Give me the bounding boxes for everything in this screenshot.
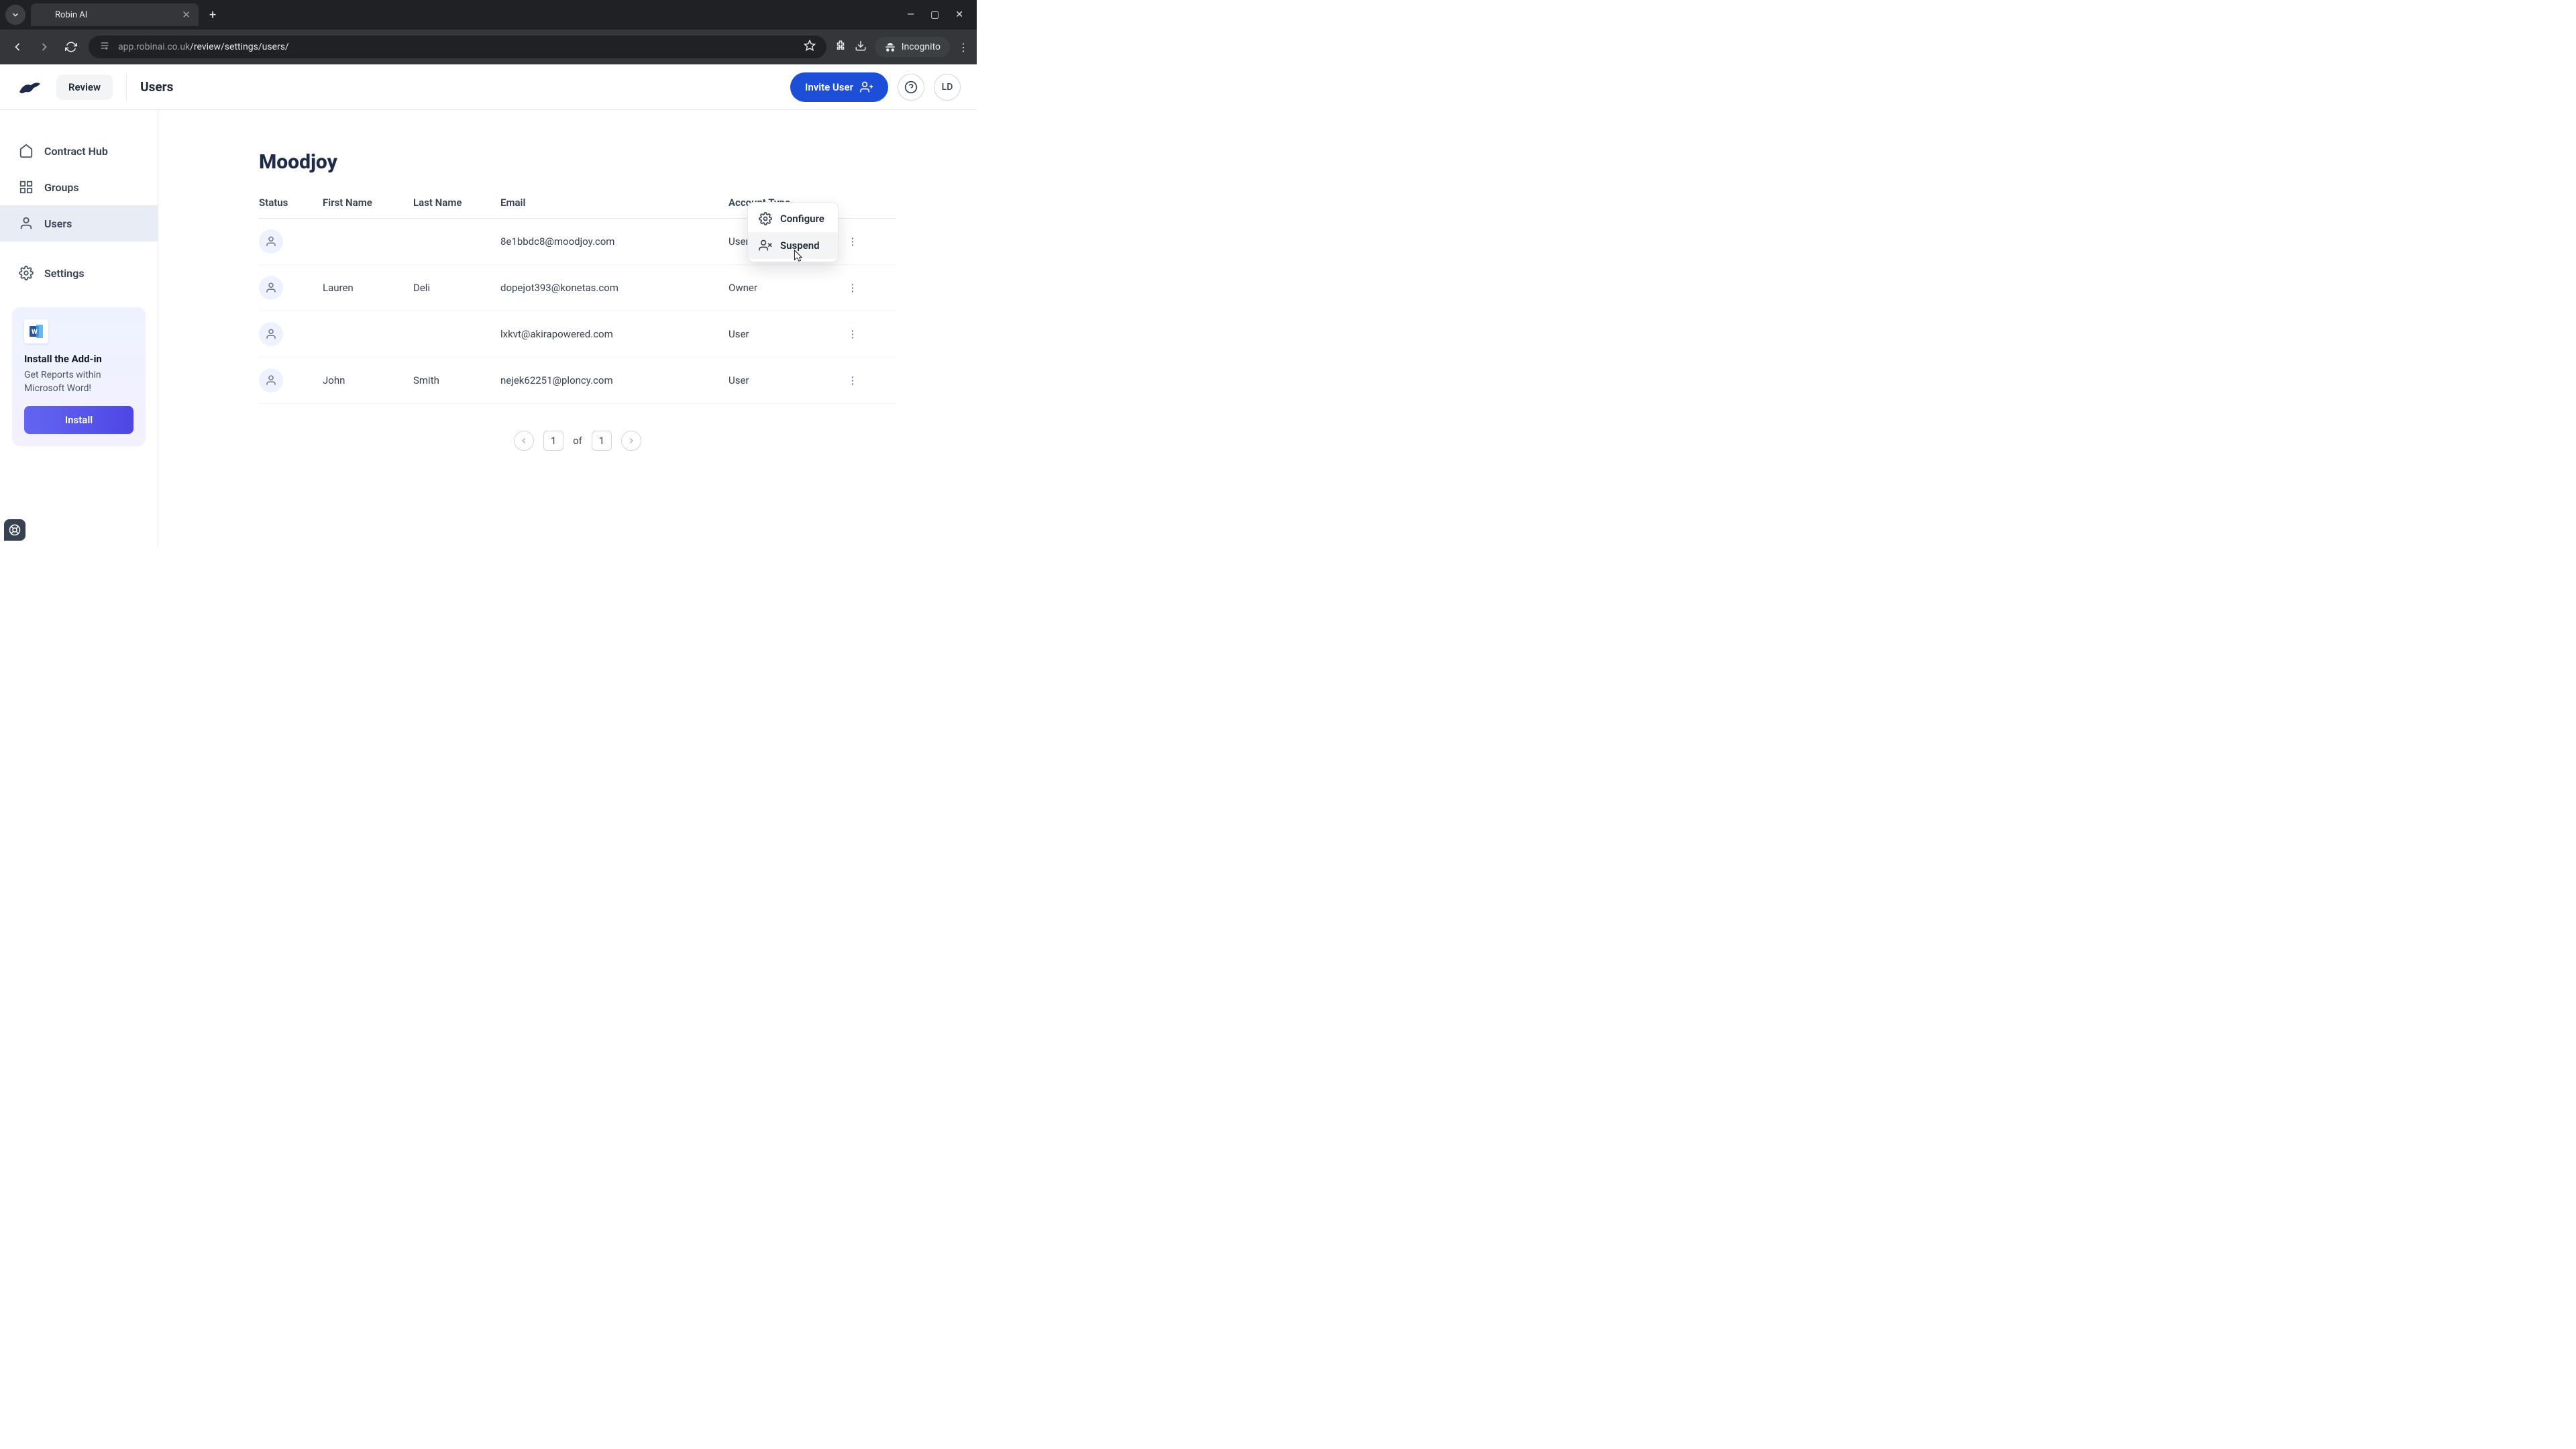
reload-button[interactable] — [62, 38, 80, 56]
support-bubble-button[interactable] — [4, 519, 25, 541]
robin-logo-icon[interactable] — [16, 77, 43, 97]
cell-first-name: John — [323, 374, 413, 386]
cell-email: dopejot393@konetas.com — [500, 282, 729, 294]
url-field[interactable]: app.robinai.co.uk/review/settings/users/ — [89, 36, 826, 58]
browser-chrome: Robin AI ✕ + — ▢ ✕ app.robinai.co.uk/rev… — [0, 0, 977, 64]
cell-last-name: Deli — [413, 282, 500, 294]
menu-item-configure[interactable]: Configure — [748, 205, 838, 232]
sidebar-item-users[interactable]: Users — [0, 205, 158, 241]
cell-email: lxkvt@akirapowered.com — [500, 328, 729, 340]
site-settings-icon[interactable] — [99, 40, 110, 54]
user-status-icon — [259, 322, 283, 346]
close-window-icon[interactable]: ✕ — [955, 9, 963, 20]
incognito-badge[interactable]: Incognito — [875, 37, 950, 57]
install-addon-button[interactable]: Install — [24, 406, 133, 434]
word-icon: W — [24, 319, 48, 343]
close-tab-icon[interactable]: ✕ — [182, 9, 191, 21]
window-controls: — ▢ ✕ — [907, 9, 971, 20]
row-actions-button[interactable]: ⋮ — [836, 374, 869, 386]
sidebar-item-groups[interactable]: Groups — [0, 169, 158, 205]
invite-user-button[interactable]: Invite User — [790, 72, 888, 102]
main-content: Moodjoy Status First Name Last Name Emai… — [158, 110, 977, 547]
browser-menu-icon[interactable]: ⋮ — [958, 41, 969, 54]
cell-account-type: Owner — [729, 282, 836, 294]
addon-subtitle: Get Reports within Microsoft Word! — [24, 369, 133, 395]
back-button[interactable] — [8, 38, 27, 56]
sidebar-item-contract-hub[interactable]: Contract Hub — [0, 133, 158, 169]
user-avatar[interactable]: LD — [934, 74, 961, 101]
tab-favicon-icon — [39, 9, 50, 20]
cell-account-type: User — [729, 374, 836, 386]
row-actions-button[interactable]: ⋮ — [836, 282, 869, 294]
svg-text:W: W — [32, 329, 38, 336]
row-actions-button[interactable]: ⋮ — [836, 235, 869, 248]
tab-title: Robin AI — [55, 10, 176, 20]
browser-tab[interactable]: Robin AI ✕ — [31, 3, 199, 26]
page-title: Users — [140, 79, 173, 95]
user-status-icon — [259, 368, 283, 392]
help-button[interactable] — [898, 74, 924, 101]
review-button[interactable]: Review — [56, 74, 113, 100]
address-bar: app.robinai.co.uk/review/settings/users/… — [0, 30, 977, 64]
new-tab-button[interactable]: + — [204, 5, 221, 25]
org-title: Moodjoy — [259, 150, 896, 174]
user-status-icon — [259, 276, 283, 300]
forward-button[interactable] — [35, 38, 54, 56]
user-status-icon — [259, 229, 283, 254]
sidebar-item-label: Users — [44, 217, 72, 230]
sidebar: Contract Hub Groups Users Settings W Ins… — [0, 110, 158, 547]
current-page: 1 — [543, 431, 564, 451]
maximize-icon[interactable]: ▢ — [930, 9, 939, 20]
prev-page-button[interactable] — [514, 431, 534, 451]
table-row: Lauren Deli dopejot393@konetas.com Owner… — [259, 265, 896, 311]
extensions-icon[interactable] — [835, 40, 847, 54]
addon-card: W Install the Add-in Get Reports within … — [12, 307, 146, 446]
cell-email: nejek62251@ploncy.com — [500, 374, 729, 386]
col-email: Email — [500, 197, 729, 209]
bookmark-icon[interactable] — [804, 40, 816, 54]
col-status: Status — [259, 197, 323, 209]
cell-last-name: Smith — [413, 374, 500, 386]
tab-search-dropdown[interactable] — [5, 5, 25, 25]
row-context-menu: Configure Suspend — [747, 202, 839, 262]
invite-label: Invite User — [805, 81, 853, 93]
col-last-name: Last Name — [413, 197, 500, 209]
minimize-icon[interactable]: — — [907, 9, 914, 20]
addon-title: Install the Add-in — [24, 353, 133, 365]
incognito-label: Incognito — [902, 42, 941, 52]
app-body: Contract Hub Groups Users Settings W Ins… — [0, 110, 977, 547]
menu-item-label: Configure — [780, 213, 824, 225]
table-row: lxkvt@akirapowered.com User ⋮ — [259, 311, 896, 358]
cell-email: 8e1bbdc8@moodjoy.com — [500, 235, 729, 248]
tab-bar: Robin AI ✕ + — ▢ ✕ — [0, 0, 977, 30]
cell-account-type: User — [729, 328, 836, 340]
menu-item-suspend[interactable]: Suspend — [748, 232, 838, 259]
table-row: John Smith nejek62251@ploncy.com User ⋮ — [259, 358, 896, 404]
col-first-name: First Name — [323, 197, 413, 209]
downloads-icon[interactable] — [855, 40, 867, 54]
sidebar-item-settings[interactable]: Settings — [0, 255, 158, 291]
app-header: Review Users Invite User LD — [0, 64, 977, 110]
total-pages: 1 — [592, 431, 612, 451]
next-page-button[interactable] — [621, 431, 641, 451]
sidebar-item-label: Groups — [44, 181, 79, 194]
url-text: app.robinai.co.uk/review/settings/users/ — [118, 42, 796, 52]
row-actions-button[interactable]: ⋮ — [836, 328, 869, 340]
menu-item-label: Suspend — [780, 239, 820, 252]
sidebar-item-label: Settings — [44, 267, 85, 280]
pagination: 1 of 1 — [259, 431, 896, 451]
divider — [126, 74, 127, 101]
cell-first-name: Lauren — [323, 282, 413, 294]
pagination-of: of — [573, 435, 582, 447]
sidebar-item-label: Contract Hub — [44, 145, 108, 158]
